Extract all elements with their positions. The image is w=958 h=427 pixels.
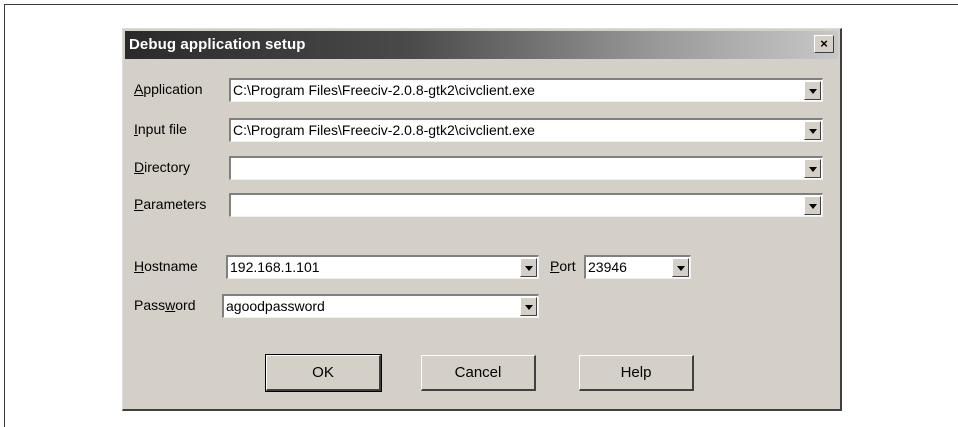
input-file-dropdown-arrow-icon[interactable] [804,121,821,140]
dialog-title: Debug application setup [129,36,306,53]
port-dropdown-arrow-icon[interactable] [672,258,689,277]
close-button[interactable]: × [814,35,834,53]
debug-setup-dialog: Debug application setup × Application C:… [122,28,842,411]
parameters-dropdown-arrow-icon[interactable] [804,196,821,215]
port-combobox[interactable]: 23946 [584,255,691,279]
input-file-label: Input file [134,121,187,137]
directory-combobox[interactable] [229,156,823,180]
input-file-combobox[interactable]: C:\Program Files\Freeciv-2.0.8-gtk2\civc… [229,118,823,142]
port-label-accelerator: P [550,258,560,274]
port-label: Port [550,258,576,274]
port-value: 23946 [588,259,627,275]
hostname-dropdown-arrow-icon[interactable] [520,258,537,277]
application-combobox[interactable]: C:\Program Files\Freeciv-2.0.8-gtk2\civc… [229,78,823,102]
application-dropdown-arrow-icon[interactable] [804,81,821,100]
hostname-combobox[interactable]: 192.168.1.101 [226,255,539,279]
ok-button[interactable]: OK [265,354,382,392]
input-file-value: C:\Program Files\Freeciv-2.0.8-gtk2\civc… [233,122,535,138]
password-label-rest: ord [175,297,196,313]
hostname-label-rest: ostname [144,258,198,274]
password-combobox[interactable]: agoodpassword [222,294,539,318]
port-label-rest: ort [559,258,576,274]
hostname-label-accelerator: H [134,258,145,274]
application-label-accelerator: A [134,81,144,97]
cancel-button[interactable]: Cancel [421,355,536,391]
page-frame-top-border [4,4,958,5]
directory-label-rest: irectory [144,159,191,175]
password-label-prefix: Pass [134,297,166,313]
password-dropdown-arrow-icon[interactable] [520,297,537,316]
parameters-label-rest: arameters [143,196,207,212]
dialog-titlebar[interactable]: Debug application setup × [125,31,838,59]
directory-label: Directory [134,159,190,175]
directory-dropdown-arrow-icon[interactable] [804,159,821,178]
input-file-label-rest: nput file [137,121,187,137]
hostname-label: Hostname [134,258,198,274]
password-value: agoodpassword [226,298,325,314]
parameters-combobox[interactable] [229,193,823,217]
hostname-value: 192.168.1.101 [230,259,320,275]
directory-label-accelerator: D [134,159,145,175]
password-label-accelerator: w [165,297,176,313]
password-label: Password [134,297,195,313]
parameters-label-accelerator: P [134,196,144,212]
application-label-rest: pplication [143,81,203,97]
help-button[interactable]: Help [579,355,694,391]
close-icon: × [820,36,828,51]
parameters-label: Parameters [134,196,206,212]
page-frame-left-border [4,4,5,427]
application-value: C:\Program Files\Freeciv-2.0.8-gtk2\civc… [233,82,535,98]
application-label: Application [134,81,203,97]
